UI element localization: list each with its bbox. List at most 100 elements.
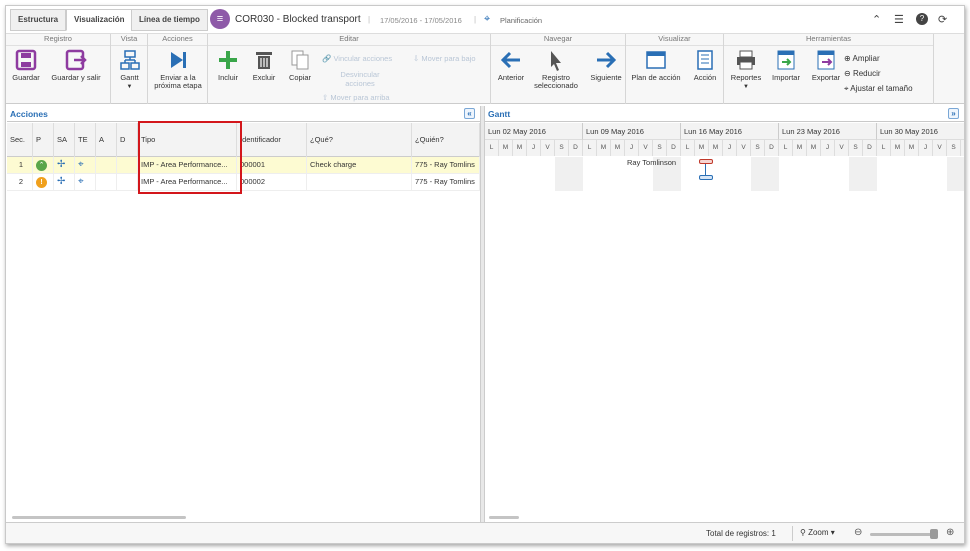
col-sec[interactable]: Sec. <box>7 123 33 157</box>
group-editar: Editar Incluir Excluir Copiar 🔗 Vincular… <box>208 34 491 104</box>
gantt-view-button[interactable]: Gantt ▼ <box>116 49 143 91</box>
gantt-day-header: M <box>793 140 807 156</box>
gantt-day-header: J <box>919 140 933 156</box>
send-next-stage-button[interactable]: Enviar a la próxima etapa <box>150 49 206 90</box>
gantt-day-header: L <box>485 140 499 156</box>
save-exit-icon <box>65 49 87 71</box>
gantt-resource-label: Ray Tomlinson <box>627 158 677 167</box>
gantt-day-header: S <box>555 140 569 156</box>
delete-button[interactable]: Excluir <box>250 49 278 82</box>
total-records: Total de registros: 1 <box>706 529 776 538</box>
copy-icon <box>291 50 309 70</box>
gantt-task-bar[interactable] <box>699 175 713 180</box>
gantt-link-line <box>705 164 706 175</box>
save-and-exit-button[interactable]: Guardar y salir <box>50 49 102 82</box>
gantt-icon <box>119 50 140 70</box>
status-warning-icon: ! <box>36 177 47 188</box>
group-registro: Registro Guardar Guardar y salir <box>6 34 111 104</box>
col-d[interactable]: D <box>117 123 138 157</box>
table-row[interactable]: 1 ⌃ ✢ ⌖ IMP - Area Performance... 000001… <box>7 157 480 174</box>
document-type-icon: ≡ <box>210 9 230 29</box>
date-range: 17/05/2016 - 17/05/2016 <box>380 16 462 25</box>
group-acciones: Acciones Enviar a la próxima etapa <box>148 34 208 104</box>
unlink-actions-button[interactable]: Desvincular acciones <box>322 70 398 88</box>
gantt-day-header: S <box>947 140 961 156</box>
gantt-day-header: V <box>541 140 555 156</box>
include-button[interactable]: Incluir <box>214 49 242 82</box>
plus-icon <box>219 51 237 69</box>
zoom-slider-handle[interactable] <box>930 529 938 539</box>
zoom-dropdown[interactable]: ⚲ Zoom ▾ <box>800 528 835 537</box>
gantt-day-header: J <box>527 140 541 156</box>
gantt-day-header: D <box>961 140 964 156</box>
gantt-day-header: V <box>835 140 849 156</box>
gantt-day-header: L <box>583 140 597 156</box>
gantt-day-header: M <box>597 140 611 156</box>
gantt-day-header: M <box>891 140 905 156</box>
app-window: Estructura Visualización Línea de tiempo… <box>5 5 965 544</box>
col-te[interactable]: TE <box>75 123 96 157</box>
gantt-day-header: M <box>709 140 723 156</box>
gantt-chart: Lun 02 May 2016 L M M J V S D Lun 09 May 2016 L M M… <box>485 6 964 522</box>
zoom-slider[interactable] <box>870 533 938 536</box>
col-que[interactable]: ¿Qué? <box>307 123 412 157</box>
gantt-day-header: D <box>863 140 877 156</box>
col-identificador[interactable]: Identificador <box>237 123 307 157</box>
gantt-week-header: Lun 30 May 2016 <box>877 123 964 140</box>
tab-visualizacion[interactable]: Visualización <box>66 9 133 31</box>
horizontal-scrollbar[interactable] <box>12 516 186 519</box>
table-row[interactable]: 2 ! ✢ ⌖ IMP - Area Performance... 000002… <box>7 174 480 191</box>
sa-icon: ✢ <box>54 157 75 174</box>
gantt-week-header: Lun 23 May 2016 <box>779 123 877 140</box>
gantt-day-header: S <box>751 140 765 156</box>
move-up-button[interactable]: ⇧ Mover para arriba <box>322 93 390 102</box>
zoom-in-icon[interactable]: ⊕ <box>946 527 954 538</box>
gantt-day-header: D <box>667 140 681 156</box>
gantt-day-header: M <box>499 140 513 156</box>
sa-icon: ✢ <box>54 174 75 191</box>
copy-button[interactable]: Copiar <box>286 49 314 82</box>
gantt-horizontal-scrollbar[interactable] <box>489 516 519 519</box>
move-down-button[interactable]: ⇩ Mover para bajo <box>413 54 476 63</box>
send-next-icon <box>171 52 186 68</box>
gantt-week-header: Lun 02 May 2016 <box>485 123 583 140</box>
gantt-day-header: S <box>849 140 863 156</box>
gantt-day-header: V <box>737 140 751 156</box>
gantt-week-header: Lun 16 May 2016 <box>681 123 779 140</box>
gantt-day-header: V <box>639 140 653 156</box>
col-sa[interactable]: SA <box>54 123 75 157</box>
magnifier-icon: ⚲ <box>800 528 806 537</box>
gantt-day-header: J <box>625 140 639 156</box>
gantt-weekend-shade <box>555 157 583 191</box>
gantt-week-header: Lun 09 May 2016 <box>583 123 681 140</box>
te-icon: ⌖ <box>75 174 96 191</box>
col-p[interactable]: P <box>33 123 54 157</box>
save-icon <box>15 49 37 71</box>
col-quien[interactable]: ¿Quién? <box>412 123 480 157</box>
zoom-out-icon[interactable]: ⊖ <box>854 527 862 538</box>
group-vista: Vista Gantt ▼ <box>111 34 148 104</box>
gantt-weekend-shade <box>849 157 877 191</box>
status-ok-icon: ⌃ <box>36 160 47 171</box>
col-a[interactable]: A <box>96 123 117 157</box>
acciones-title: Acciones <box>10 109 48 119</box>
acciones-table-header: Sec. P SA TE A D Tipo Identificador ¿Qué… <box>7 123 480 157</box>
gantt-day-header: J <box>723 140 737 156</box>
gantt-day-header: L <box>681 140 695 156</box>
tab-estructura[interactable]: Estructura <box>10 9 67 31</box>
link-actions-button[interactable]: 🔗 Vincular acciones <box>322 54 392 63</box>
trash-icon <box>256 52 272 69</box>
gantt-day-header: M <box>695 140 709 156</box>
collapse-left-icon[interactable]: « <box>464 108 475 119</box>
gantt-day-header: M <box>807 140 821 156</box>
gantt-task-bar[interactable] <box>699 159 713 164</box>
gantt-weekend-shade <box>751 157 779 191</box>
acciones-panel-header: Acciones « <box>7 106 480 122</box>
page-title: COR030 - Blocked transport <box>235 14 361 25</box>
tab-linea-de-tiempo[interactable]: Línea de tiempo <box>131 9 208 31</box>
gantt-day-header: V <box>933 140 947 156</box>
col-tipo[interactable]: Tipo <box>138 123 237 157</box>
gantt-day-header: L <box>779 140 793 156</box>
save-button[interactable]: Guardar <box>10 49 42 82</box>
gantt-day-header: M <box>905 140 919 156</box>
